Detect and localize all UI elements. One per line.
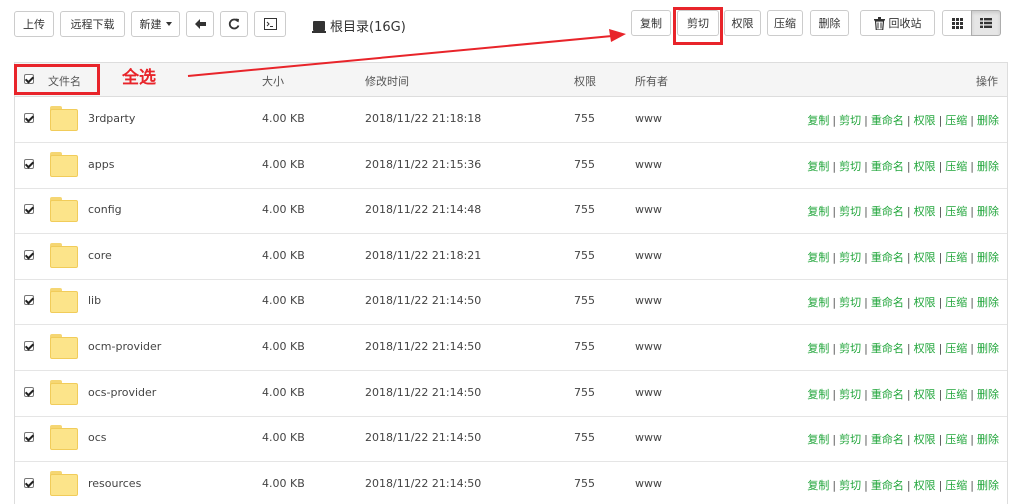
annotation-arrow bbox=[187, 29, 626, 77]
